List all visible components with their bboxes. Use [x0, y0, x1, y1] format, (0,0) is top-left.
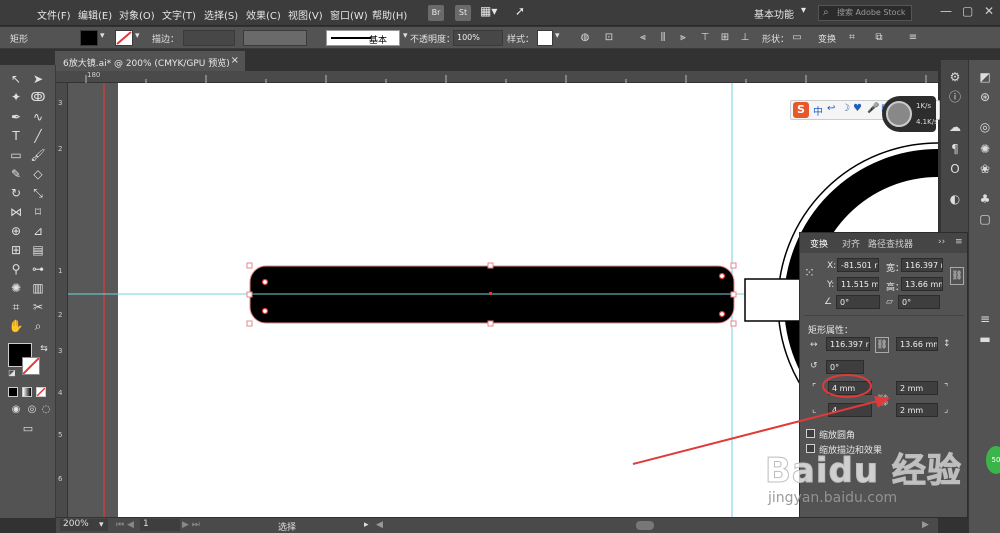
annotation-arrowhead [874, 396, 890, 408]
ime-halfwidth-icon[interactable]: ☽ [841, 103, 850, 114]
baidu-watermark-logo: Baidu 经验 [765, 451, 962, 492]
sogou-logo-icon: S [793, 102, 809, 118]
upload-speed: 1K/s [916, 102, 932, 110]
highlight-ellipse [822, 374, 872, 398]
download-speed: 4.1K/s [916, 118, 938, 126]
ime-punct-icon[interactable]: ↩ [827, 103, 835, 114]
speed-monitor-icon [886, 101, 912, 127]
ime-voice-icon[interactable]: 🎤 [867, 103, 879, 114]
ime-mode-chinese[interactable]: 中 [813, 103, 823, 118]
network-speed-widget: 1K/s 4.1K/s [882, 96, 938, 132]
floating-badge[interactable]: 50 [986, 446, 1000, 474]
baidu-watermark-url: jingyan.baidu.com [768, 490, 898, 506]
ime-emoji-icon[interactable]: ♥ [853, 103, 862, 114]
